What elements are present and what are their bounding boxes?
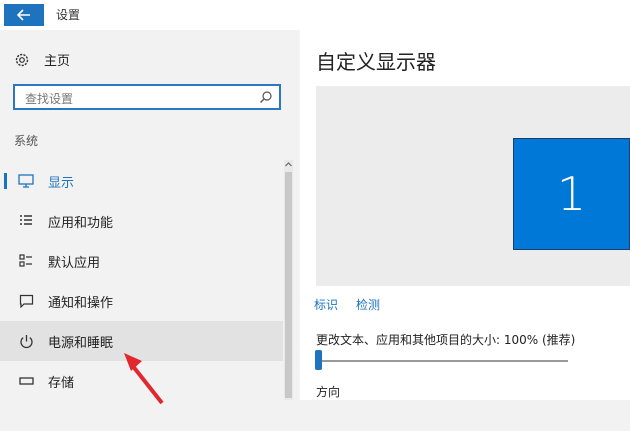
- orientation-label: 方向: [316, 385, 341, 399]
- scale-label: 更改文本、应用和其他项目的大小: 100% (推荐): [316, 333, 576, 347]
- monitor-tile[interactable]: 1: [513, 138, 630, 250]
- search-icon[interactable]: [259, 90, 273, 104]
- title-bar: 设置: [0, 0, 630, 30]
- scale-slider-track[interactable]: [316, 360, 568, 362]
- home-link[interactable]: 主页: [14, 50, 70, 69]
- page-title: 自定义显示器: [316, 50, 436, 74]
- section-title: 系统: [14, 134, 39, 148]
- notification-icon: [18, 293, 34, 309]
- power-icon: [18, 333, 34, 349]
- monitor-number: 1: [556, 167, 587, 221]
- main-panel: 自定义显示器 1 标识 检测 更改文本、应用和其他项目的大小: 100% (推荐…: [300, 30, 630, 400]
- scale-slider-thumb[interactable]: [315, 350, 322, 370]
- storage-icon: [18, 373, 34, 389]
- sidebar-scrollbar[interactable]: [284, 160, 293, 400]
- sidebar-item-notifications[interactable]: 通知和操作: [0, 281, 283, 321]
- preview-links: 标识 检测: [314, 296, 380, 313]
- search-placeholder: 查找设置: [25, 92, 74, 106]
- scroll-thumb[interactable]: [285, 172, 292, 398]
- sidebar-item-display[interactable]: 显示: [0, 161, 283, 201]
- sidebar-item-label: 默认应用: [48, 255, 101, 271]
- identify-link[interactable]: 标识: [314, 296, 338, 313]
- sidebar-item-apps[interactable]: 应用和功能: [0, 201, 283, 241]
- home-label: 主页: [44, 54, 71, 69]
- sidebar-item-label: 应用和功能: [48, 215, 114, 231]
- list-icon: [18, 213, 34, 229]
- sidebar-item-label: 电源和睡眠: [48, 335, 114, 351]
- sidebar-item-label: 显示: [48, 175, 75, 191]
- display-preview: 1: [316, 86, 630, 286]
- window-title: 设置: [56, 8, 81, 22]
- annotation-arrow-icon: [124, 353, 164, 405]
- detect-link[interactable]: 检测: [356, 296, 380, 313]
- back-arrow-icon: [17, 9, 30, 21]
- default-apps-icon: [18, 253, 34, 269]
- sidebar-item-default-apps[interactable]: 默认应用: [0, 241, 283, 281]
- sidebar-item-label: 通知和操作: [48, 295, 114, 311]
- back-button[interactable]: [4, 4, 44, 26]
- sidebar-item-label: 存储: [48, 375, 75, 391]
- gear-icon: [15, 53, 29, 66]
- scroll-up-icon[interactable]: [284, 160, 293, 168]
- monitor-icon: [18, 173, 34, 189]
- search-input[interactable]: 查找设置: [13, 84, 281, 110]
